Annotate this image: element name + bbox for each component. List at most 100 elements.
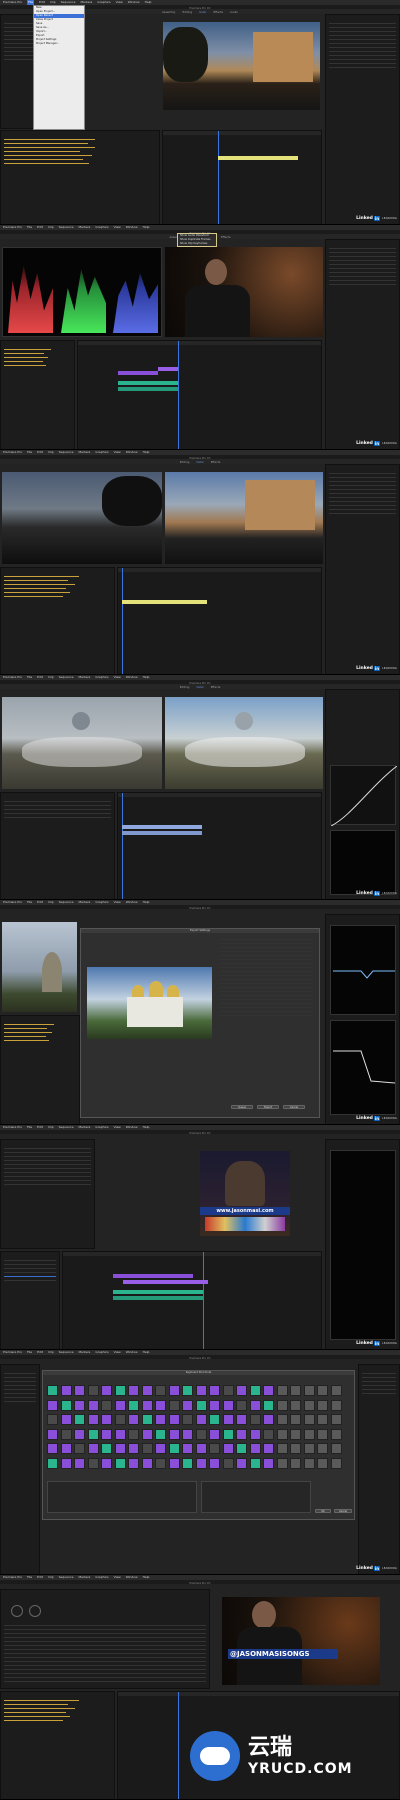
time-ruler[interactable] [63, 1252, 321, 1256]
keyboard-key[interactable] [141, 1428, 153, 1440]
keyboard-key[interactable] [74, 1443, 85, 1454]
keyboard-key[interactable] [182, 1385, 193, 1396]
ws-color[interactable]: Color [196, 460, 203, 464]
keyboard-key[interactable] [128, 1399, 139, 1411]
clip-yellow[interactable] [122, 600, 207, 604]
keyboard-key[interactable] [209, 1385, 220, 1396]
ws-color[interactable]: Color [196, 685, 203, 689]
cancel-button[interactable]: Cancel [334, 1509, 352, 1513]
clip-teal[interactable] [113, 1296, 203, 1300]
keyboard-key[interactable] [303, 1443, 315, 1454]
source-monitor[interactable] [2, 472, 162, 564]
playhead[interactable] [122, 793, 123, 899]
keyboard-key[interactable] [60, 1385, 72, 1396]
keyboard-key[interactable] [330, 1414, 342, 1425]
keyboard-key[interactable] [101, 1399, 112, 1411]
keyboard-key[interactable] [101, 1385, 112, 1396]
keyboard-key[interactable] [290, 1443, 301, 1454]
keyboard-key[interactable] [60, 1428, 72, 1440]
keyboard-key[interactable] [317, 1399, 328, 1411]
keyboard-key[interactable] [209, 1443, 220, 1454]
keyboard-key[interactable] [290, 1399, 301, 1411]
keyboard-key[interactable] [209, 1399, 220, 1411]
keyboard-key[interactable] [87, 1457, 99, 1469]
keyboard-key[interactable] [87, 1385, 99, 1396]
keyboard-key[interactable] [303, 1414, 315, 1425]
keyboard-key[interactable] [141, 1443, 153, 1454]
keyboard-key[interactable] [222, 1457, 234, 1469]
keyboard-key[interactable] [236, 1399, 247, 1411]
keyboard-key[interactable] [47, 1414, 58, 1425]
ws-editing[interactable]: Editing [180, 460, 190, 464]
ws-editing[interactable]: Editing [180, 685, 190, 689]
keyboard-key[interactable] [168, 1385, 180, 1396]
keyboard-key[interactable] [101, 1443, 112, 1454]
clip-purple[interactable] [118, 371, 158, 375]
time-ruler[interactable] [118, 793, 321, 797]
keyboard-key[interactable] [87, 1443, 99, 1454]
keyboard-key[interactable] [128, 1443, 139, 1454]
keyboard-key[interactable] [74, 1457, 85, 1469]
keyboard-key[interactable] [114, 1414, 126, 1425]
keyboard-key[interactable] [263, 1443, 274, 1454]
keyboard-key[interactable] [141, 1457, 153, 1469]
keyboard-key[interactable] [249, 1399, 261, 1411]
keyboard-key[interactable] [276, 1443, 288, 1454]
keyboard-key[interactable] [236, 1428, 247, 1440]
time-ruler[interactable] [118, 568, 321, 572]
keyboard-key[interactable] [276, 1399, 288, 1411]
keyboard-key[interactable] [47, 1457, 58, 1469]
keyboard-key[interactable] [303, 1385, 315, 1396]
keyboard-key[interactable] [330, 1428, 342, 1440]
keyboard-key[interactable] [155, 1457, 166, 1469]
queue-button[interactable]: Queue [231, 1105, 253, 1109]
keyboard-key[interactable] [236, 1457, 247, 1469]
keyboard-key[interactable] [168, 1443, 180, 1454]
keyboard-key[interactable] [114, 1443, 126, 1454]
keyboard-key[interactable] [168, 1414, 180, 1425]
keyboard-key[interactable] [87, 1428, 99, 1440]
clip-blue[interactable] [122, 831, 202, 835]
timeline-panel[interactable] [117, 792, 322, 899]
ws-color[interactable]: Color [199, 10, 206, 14]
keyboard-key[interactable] [60, 1457, 72, 1469]
keyboard-key[interactable] [155, 1428, 166, 1440]
keyboard-key[interactable] [249, 1414, 261, 1425]
keyboard-key[interactable] [222, 1414, 234, 1425]
keyboard-key[interactable] [249, 1428, 261, 1440]
knob[interactable] [11, 1605, 23, 1617]
time-ruler[interactable] [163, 131, 321, 135]
keyboard-key[interactable] [47, 1428, 58, 1440]
keyboard-key[interactable] [330, 1399, 342, 1411]
source-monitor[interactable] [2, 922, 77, 1012]
clip-blue[interactable] [122, 825, 202, 829]
keyboard-key[interactable] [317, 1457, 328, 1469]
timeline-panel[interactable] [117, 567, 322, 674]
keyboard-key[interactable] [195, 1428, 207, 1440]
timeline-panel[interactable] [162, 130, 322, 224]
keyboard-key[interactable] [236, 1443, 247, 1454]
keyboard-key[interactable] [74, 1385, 85, 1396]
keyboard-key[interactable] [168, 1399, 180, 1411]
source-monitor[interactable] [2, 697, 162, 789]
keyboard-key[interactable] [222, 1443, 234, 1454]
keyboard-key[interactable] [87, 1399, 99, 1411]
keyboard-key[interactable] [168, 1457, 180, 1469]
keyboard-key[interactable] [182, 1428, 193, 1440]
keyboard-key[interactable] [263, 1385, 274, 1396]
keyboard-key[interactable] [195, 1399, 207, 1411]
keyboard-key[interactable] [128, 1428, 139, 1440]
program-monitor[interactable] [163, 22, 320, 110]
keyboard-key[interactable] [263, 1428, 274, 1440]
keyboard-key[interactable] [263, 1399, 274, 1411]
playhead[interactable] [203, 1252, 204, 1349]
keyboard-key[interactable] [114, 1399, 126, 1411]
keyboard-key[interactable] [209, 1457, 220, 1469]
keyboard-key[interactable] [195, 1414, 207, 1425]
clip-teal[interactable] [113, 1290, 203, 1294]
keyboard-key[interactable] [182, 1457, 193, 1469]
keyboard-key[interactable] [236, 1385, 247, 1396]
program-monitor[interactable] [165, 247, 323, 337]
program-monitor[interactable]: @JASONMASISONGS [222, 1597, 380, 1685]
menu-item[interactable]: Project Manager... [34, 42, 84, 46]
